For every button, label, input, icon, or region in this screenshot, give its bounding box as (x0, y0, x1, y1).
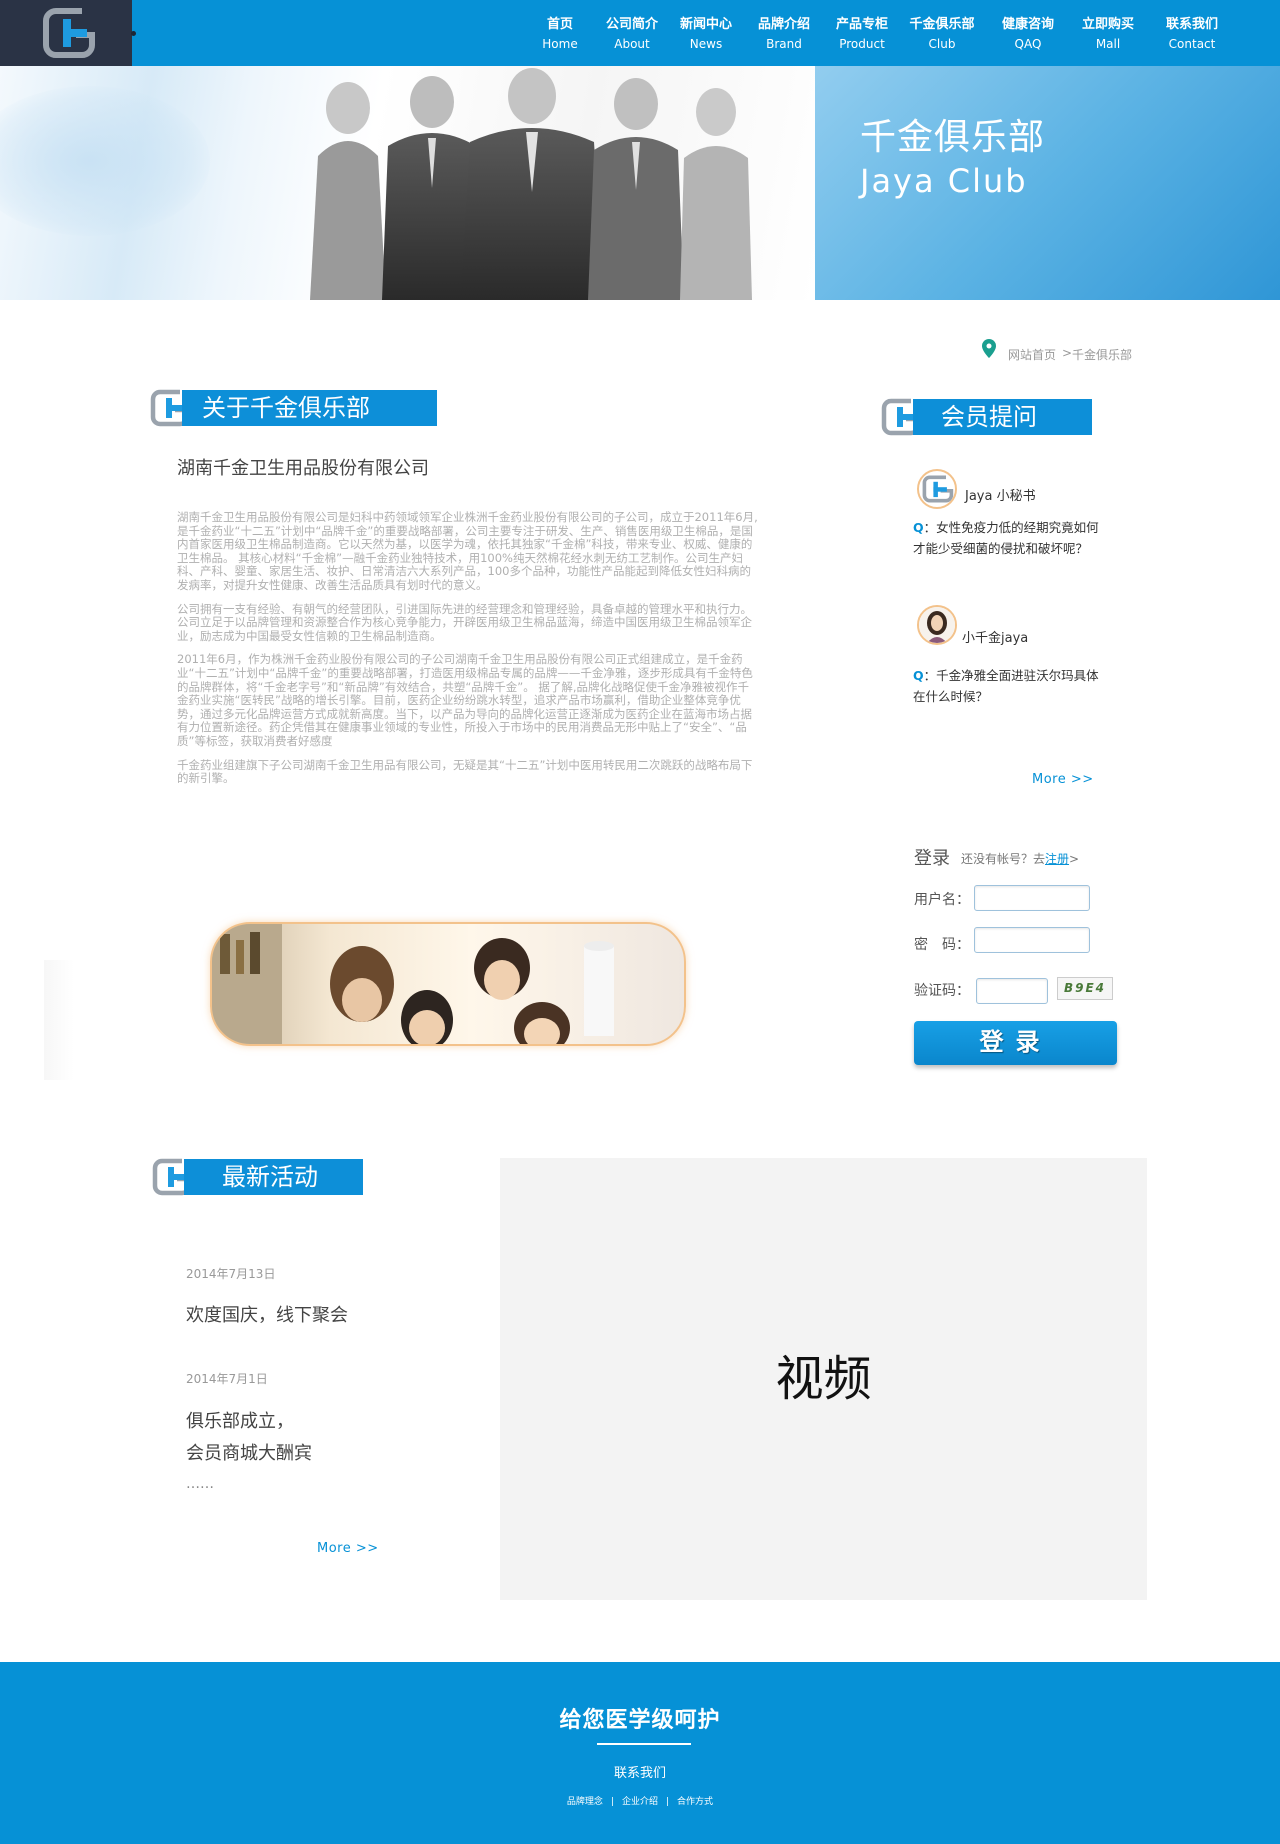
avatar (917, 469, 957, 509)
nav-label-en: Brand (766, 37, 802, 51)
footer-link-brand-idea[interactable]: 品牌理念 (567, 1797, 603, 1807)
password-field[interactable] (974, 927, 1090, 953)
girl-avatar-icon (919, 607, 955, 643)
login-title: 登录 (914, 848, 950, 869)
nav-label-cn: 联系我们 (1165, 17, 1218, 32)
company-name: 湖南千金卫生用品股份有限公司 (177, 458, 429, 479)
nav-news[interactable]: 新闻中心 News (666, 16, 746, 54)
activity-ellipsis: …… (186, 1476, 214, 1492)
qa-more-link[interactable]: More >> (1032, 772, 1094, 787)
activity-title[interactable]: 俱乐部成立， (186, 1406, 294, 1438)
register-hint-text: 还没有帐号？去 (961, 852, 1046, 866)
captcha-label: 验证码： (914, 983, 970, 999)
question-mark: Q (913, 520, 924, 535)
banner-subtitle: Jaya Club (860, 162, 1028, 200)
question-text: ：千金净雅全面进驻沃尔玛具体在什么时候？ (913, 668, 1099, 704)
breadcrumb-current: 千金俱乐部 (1072, 348, 1133, 362)
password-label: 密 码： (914, 937, 970, 953)
activities-heading: 最新活动 (184, 1159, 363, 1195)
username-label: 用户名： (914, 892, 970, 908)
about-paragraph: 湖南千金卫生用品股份有限公司是妇科中药领域领军企业株洲千金药业股份有限公司的子公… (177, 510, 758, 592)
logo[interactable] (0, 0, 136, 66)
about-section-header: 关于千金俱乐部 (150, 389, 437, 427)
nav-label-en: Home (542, 37, 578, 51)
footer-divider (597, 1743, 691, 1745)
group-photo-image (212, 924, 614, 1044)
footer-separator: | (666, 1797, 670, 1807)
nav-club[interactable]: 千金俱乐部 Club (902, 16, 982, 54)
register-hint-arrow: > (1069, 852, 1080, 866)
activity-date: 2014年7月1日 (186, 1372, 268, 1386)
captcha-image[interactable]: B9E4 (1057, 977, 1113, 1000)
login-button[interactable]: 登录 (914, 1021, 1117, 1065)
register-link[interactable]: 注册 (1045, 852, 1069, 866)
nav-label-en: Contact (1168, 37, 1216, 51)
logo-icon (43, 8, 95, 58)
nav-label-cn: 千金俱乐部 (909, 17, 975, 32)
footer-link-company[interactable]: 企业介绍 (622, 1797, 658, 1807)
team-photo (310, 68, 752, 300)
location-pin-icon (982, 339, 996, 358)
hero-banner (0, 66, 1280, 300)
question-mark: Q (913, 668, 924, 683)
qa-asker-name: Jaya 小秘书 (965, 489, 1036, 504)
secretary-avatar-icon (922, 475, 954, 503)
top-nav-bar: 首页 Home 公司简介 About 新闻中心 News 品牌介绍 Brand … (0, 0, 1280, 66)
activities-header: 最新活动 (152, 1158, 363, 1196)
footer: 给您医学级呵护 联系我们 品牌理念 | 企业介绍 | 合作方式 (0, 1662, 1280, 1844)
qa-asker-name: 小千金jaya (962, 631, 1029, 646)
qa-question[interactable]: Q：女性免疫力低的经期究竟如何才能少受细菌的侵扰和破坏呢？ (913, 517, 1099, 559)
club-group-photo (210, 922, 686, 1046)
nav-home[interactable]: 首页 Home (520, 16, 600, 54)
about-paragraph: 2011年6月，作为株洲千金药业股份有限公司的子公司湖南千金卫生用品股份有限公司… (177, 652, 753, 748)
activity-date: 2014年7月13日 (186, 1267, 276, 1281)
video-player[interactable]: 视频 (500, 1158, 1147, 1600)
register-hint: 还没有帐号？去注册> (961, 850, 1079, 867)
nav-label-cn: 健康咨询 (1001, 17, 1054, 32)
nav-label-en: About (614, 37, 650, 51)
about-body: 湖南千金卫生用品股份有限公司是妇科中药领域领军企业株洲千金药业股份有限公司的子公… (177, 510, 759, 796)
nav-label-cn: 首页 (546, 17, 573, 32)
nav-brand[interactable]: 品牌介绍 Brand (744, 16, 824, 54)
about-heading: 关于千金俱乐部 (182, 390, 437, 426)
nav-mall[interactable]: 立即购买 Mall (1068, 16, 1148, 54)
activity-title-line2[interactable]: 会员商城大酬宾 (186, 1438, 312, 1470)
nav-label-cn: 产品专柜 (835, 17, 888, 32)
breadcrumb-separator: > (1062, 346, 1073, 360)
member-qa-heading: 会员提问 (913, 399, 1092, 435)
captcha-field[interactable] (976, 978, 1048, 1004)
nav-label-en: QAQ (1014, 37, 1042, 51)
banner-image (0, 66, 815, 300)
nav-label-en: Mall (1095, 37, 1121, 51)
footer-separator: | (610, 1797, 614, 1807)
nav-label-cn: 立即购买 (1081, 17, 1134, 32)
footer-slogan: 给您医学级呵护 (559, 1708, 721, 1733)
nav-label-en: Club (928, 37, 956, 51)
activity-title[interactable]: 欢度国庆，线下聚会 (186, 1300, 348, 1332)
nav-qaq[interactable]: 健康咨询 QAQ (988, 16, 1068, 54)
footer-contact-link[interactable]: 联系我们 (0, 1762, 1280, 1781)
about-paragraph: 千金药业组建旗下子公司湖南千金卫生用品有限公司，无疑是其“十二五”计划中医用转民… (177, 757, 753, 786)
nav-label-en: Product (839, 37, 885, 51)
banner-title: 千金俱乐部 (860, 117, 1046, 158)
breadcrumb-home[interactable]: 网站首页 (1008, 346, 1056, 363)
qa-question[interactable]: Q：千金净雅全面进驻沃尔玛具体在什么时候？ (913, 665, 1099, 707)
footer-links: 品牌理念 | 企业介绍 | 合作方式 (0, 1794, 1280, 1807)
nav-label-cn: 新闻中心 (679, 17, 732, 32)
nav-label-en: News (689, 37, 723, 51)
nav-contact[interactable]: 联系我们 Contact (1152, 16, 1232, 54)
video-label: 视频 (775, 1351, 872, 1407)
question-text: ：女性免疫力低的经期究竟如何才能少受细菌的侵扰和破坏呢？ (913, 520, 1099, 556)
about-paragraph: 公司拥有一支有经验、有朝气的经营团队，引进国际先进的经营理念和管理经验，具备卓越… (177, 601, 752, 643)
nav-product[interactable]: 产品专柜 Product (822, 16, 902, 54)
nav-label-cn: 品牌介绍 (757, 17, 810, 32)
member-qa-header: 会员提问 (881, 398, 1092, 436)
username-field[interactable] (974, 885, 1090, 911)
nav-label-cn: 公司简介 (605, 17, 658, 32)
nav-about[interactable]: 公司简介 About (592, 16, 672, 54)
footer-link-cooperation[interactable]: 合作方式 (677, 1797, 713, 1807)
avatar (917, 605, 957, 645)
activities-more-link[interactable]: More >> (317, 1541, 379, 1556)
